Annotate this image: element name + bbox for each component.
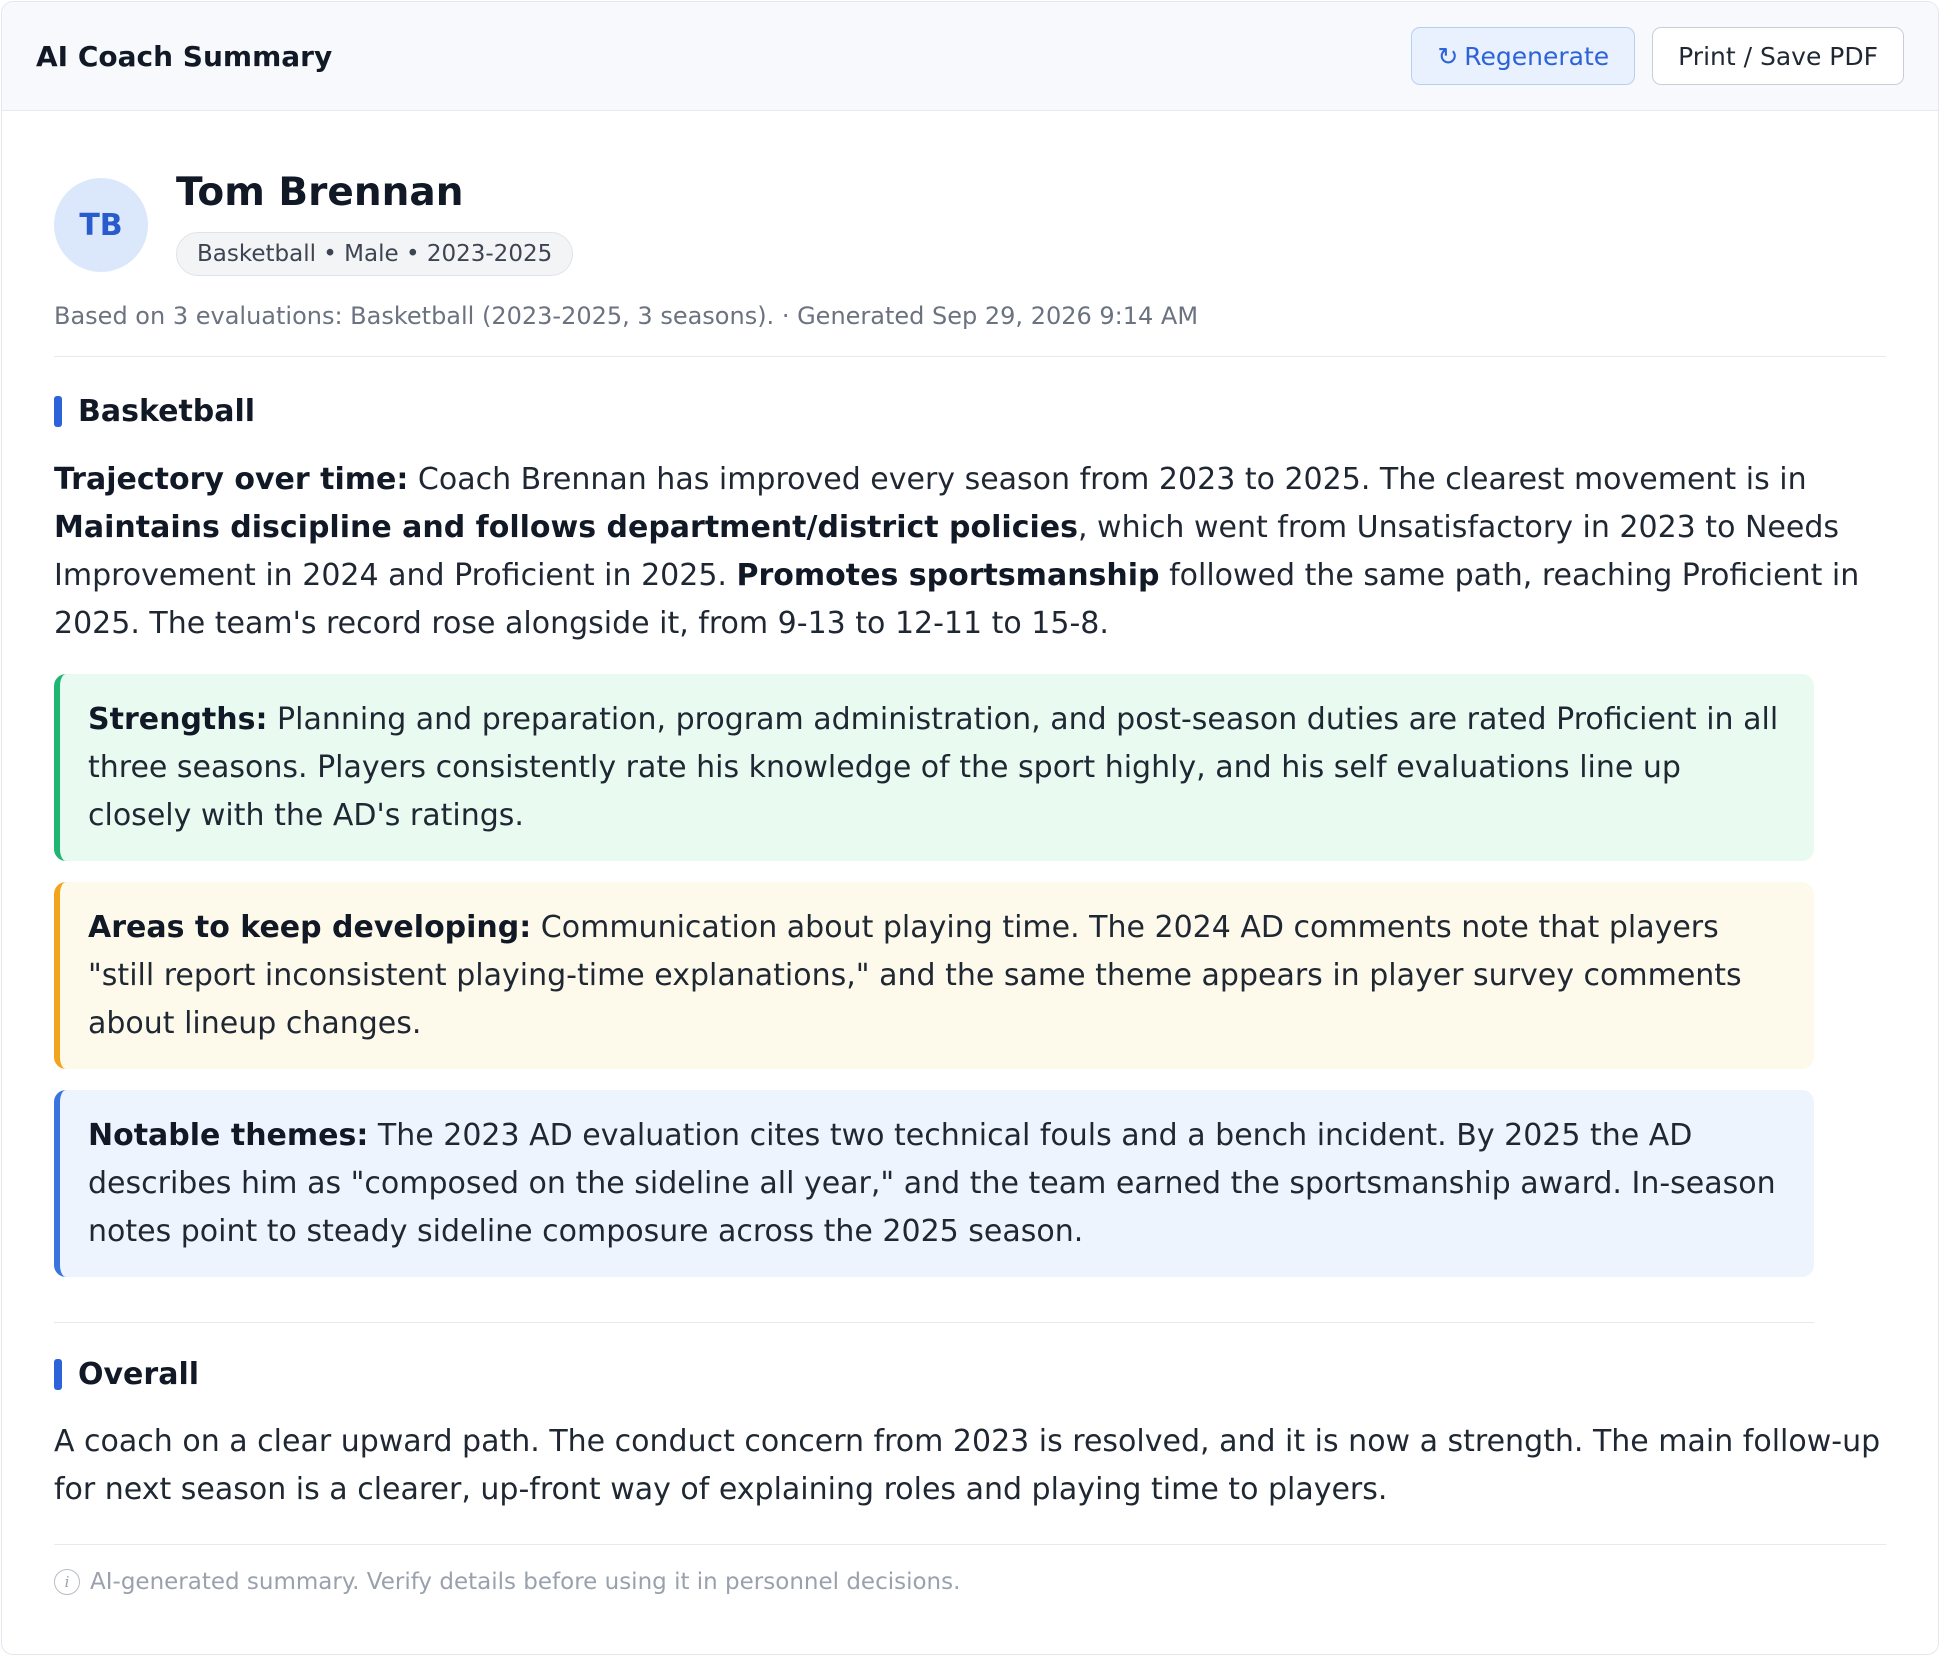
refresh-icon: ↻ xyxy=(1437,41,1459,71)
section-accent-bar xyxy=(54,1359,62,1390)
avatar: TB xyxy=(54,178,148,272)
section-heading-overall: Overall xyxy=(54,1357,1886,1392)
summary-content: TB Tom Brennan Basketball • Male • 2023-… xyxy=(2,167,1938,1595)
development-label: Areas to keep developing: xyxy=(88,910,532,945)
overall-paragraph: A coach on a clear upward path. The cond… xyxy=(54,1424,1881,1507)
trajectory-label: Trajectory over time: xyxy=(54,462,409,497)
trajectory-paragraph: Trajectory over time: Coach Brennan has … xyxy=(54,456,1886,648)
regenerate-button[interactable]: ↻ Regenerate xyxy=(1411,27,1636,85)
trajectory-bold-2: Promotes sportsmanship xyxy=(736,558,1160,593)
print-save-pdf-button[interactable]: Print / Save PDF xyxy=(1652,27,1904,85)
print-label: Print / Save PDF xyxy=(1678,41,1878,71)
section-title: Overall xyxy=(78,1357,200,1392)
section-title: Basketball xyxy=(78,394,256,429)
strengths-text: Planning and preparation, program admini… xyxy=(88,702,1779,833)
section-heading-basketball: Basketball xyxy=(54,394,1886,429)
themes-callout: Notable themes: The 2023 AD evaluation c… xyxy=(54,1090,1814,1277)
summary-card: AI Coach Summary ↻ Regenerate Print / Sa… xyxy=(1,1,1939,1655)
coach-name: Tom Brennan xyxy=(176,170,464,215)
trajectory-bold-1: Maintains discipline and follows departm… xyxy=(54,510,1078,545)
coach-info: Tom Brennan Basketball • Male • 2023-202… xyxy=(176,167,574,276)
disclaimer-text: AI-generated summary. Verify details bef… xyxy=(90,1569,961,1595)
top-bar: AI Coach Summary ↻ Regenerate Print / Sa… xyxy=(2,2,1938,111)
regenerate-label: Regenerate xyxy=(1464,41,1610,71)
divider xyxy=(54,1322,1814,1323)
strengths-callout: Strengths: Planning and preparation, pro… xyxy=(54,674,1814,861)
disclaimer: i AI-generated summary. Verify details b… xyxy=(54,1569,1886,1595)
evaluation-basis-text: Based on 3 evaluations: Basketball (2023… xyxy=(54,302,1199,330)
header-actions: ↻ Regenerate Print / Save PDF xyxy=(1411,27,1904,85)
divider xyxy=(54,356,1886,357)
page-title: AI Coach Summary xyxy=(36,39,333,73)
info-icon: i xyxy=(54,1569,80,1595)
section-accent-bar xyxy=(54,396,62,427)
trajectory-text-1: Coach Brennan has improved every season … xyxy=(408,462,1807,497)
development-callout: Areas to keep developing: Communication … xyxy=(54,882,1814,1069)
coach-header: TB Tom Brennan Basketball • Male • 2023-… xyxy=(54,167,1886,276)
strengths-label: Strengths: xyxy=(88,702,268,737)
coach-tags-badge: Basketball • Male • 2023-2025 xyxy=(176,232,574,276)
themes-label: Notable themes: xyxy=(88,1118,369,1153)
divider xyxy=(54,1544,1886,1545)
